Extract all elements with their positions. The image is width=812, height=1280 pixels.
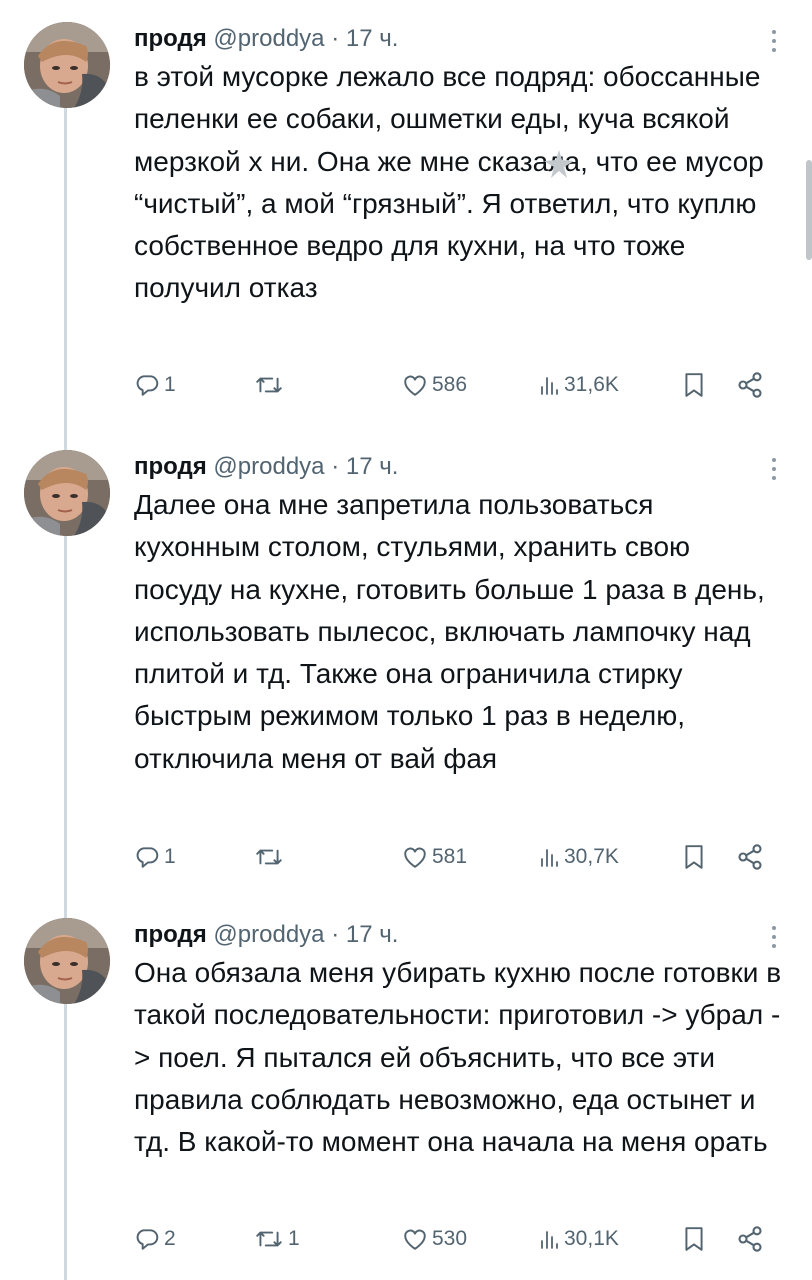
- like-count: 586: [432, 373, 468, 396]
- bookmark-icon: [685, 373, 703, 397]
- share-icon: [738, 372, 762, 398]
- share-button[interactable]: [736, 1222, 764, 1256]
- more-icon[interactable]: [766, 24, 782, 58]
- more-icon[interactable]: [766, 920, 782, 954]
- separator-dot: ·: [331, 921, 340, 948]
- sparkle-icon: [544, 150, 574, 178]
- tweet-actions: 1 586 31,6K: [134, 368, 784, 402]
- views-icon: [541, 377, 558, 395]
- reply-count: 1: [164, 845, 176, 868]
- reply-button[interactable]: 1: [134, 840, 176, 874]
- share-icon: [738, 844, 762, 870]
- reply-icon: [136, 375, 159, 396]
- retweet-count: 1: [288, 1227, 300, 1250]
- views-icon: [541, 1231, 558, 1249]
- bookmark-button[interactable]: [682, 1222, 706, 1256]
- tweet-header: продя @proddya · 17 ч.: [134, 22, 398, 56]
- author-name[interactable]: продя: [134, 453, 207, 480]
- author-handle[interactable]: @proddya: [213, 921, 324, 948]
- retweet-button[interactable]: [254, 840, 288, 874]
- scrollbar[interactable]: [806, 160, 812, 260]
- timestamp[interactable]: 17 ч.: [346, 453, 399, 480]
- bookmark-icon: [685, 845, 703, 869]
- retweet-button[interactable]: [254, 368, 288, 402]
- heart-icon: [404, 847, 426, 868]
- avatar[interactable]: [24, 918, 110, 1004]
- retweet-icon: [256, 1231, 282, 1247]
- views-count: 30,7K: [564, 845, 619, 868]
- like-button[interactable]: 586: [402, 368, 467, 402]
- timestamp[interactable]: 17 ч.: [346, 921, 399, 948]
- avatar[interactable]: [24, 22, 110, 108]
- author-name[interactable]: продя: [134, 25, 207, 52]
- heart-icon: [404, 1229, 426, 1250]
- like-count: 581: [432, 845, 468, 868]
- bookmark-button[interactable]: [682, 840, 706, 874]
- reply-count: 1: [164, 373, 176, 396]
- tweet-text: Далее она мне запретила пользоваться кух…: [134, 489, 765, 774]
- reply-count: 2: [164, 1227, 176, 1250]
- separator-dot: ·: [331, 25, 340, 52]
- more-icon[interactable]: [766, 452, 782, 486]
- thread-line: [64, 108, 67, 1280]
- tweet-text: Она обязала меня убирать кухню после гот…: [134, 957, 782, 1158]
- reply-icon: [136, 1229, 159, 1250]
- heart-icon: [404, 375, 426, 396]
- author-handle[interactable]: @proddya: [213, 453, 324, 480]
- views-button[interactable]: 30,7K: [538, 840, 619, 874]
- retweet-button[interactable]: 1: [254, 1222, 300, 1256]
- reply-button[interactable]: 2: [134, 1222, 176, 1256]
- tweet-actions: 1 581 30,7K: [134, 840, 784, 874]
- reply-button[interactable]: 1: [134, 368, 176, 402]
- reply-icon: [136, 847, 159, 868]
- views-button[interactable]: 30,1K: [538, 1222, 619, 1256]
- share-button[interactable]: [736, 368, 764, 402]
- views-count: 31,6K: [564, 373, 619, 396]
- views-count: 30,1K: [564, 1227, 619, 1250]
- share-icon: [738, 1226, 762, 1252]
- views-icon: [541, 849, 558, 867]
- bookmark-button[interactable]: [682, 368, 706, 402]
- like-count: 530: [432, 1227, 468, 1250]
- author-handle[interactable]: @proddya: [213, 25, 324, 52]
- tweet-text: в этой мусорке лежало все подряд: обосса…: [134, 61, 764, 304]
- retweet-icon: [256, 377, 282, 393]
- timestamp[interactable]: 17 ч.: [346, 25, 399, 52]
- tweet-actions: 2 1 530 30,1K: [134, 1222, 784, 1256]
- author-name[interactable]: продя: [134, 921, 207, 948]
- tweet-header: продя @proddya · 17 ч.: [134, 450, 398, 484]
- tweet-header: продя @proddya · 17 ч.: [134, 918, 398, 952]
- like-button[interactable]: 581: [402, 840, 467, 874]
- bookmark-icon: [685, 1227, 703, 1251]
- separator-dot: ·: [331, 453, 340, 480]
- views-button[interactable]: 31,6K: [538, 368, 619, 402]
- avatar[interactable]: [24, 450, 110, 536]
- share-button[interactable]: [736, 840, 764, 874]
- retweet-icon: [256, 849, 282, 865]
- like-button[interactable]: 530: [402, 1222, 467, 1256]
